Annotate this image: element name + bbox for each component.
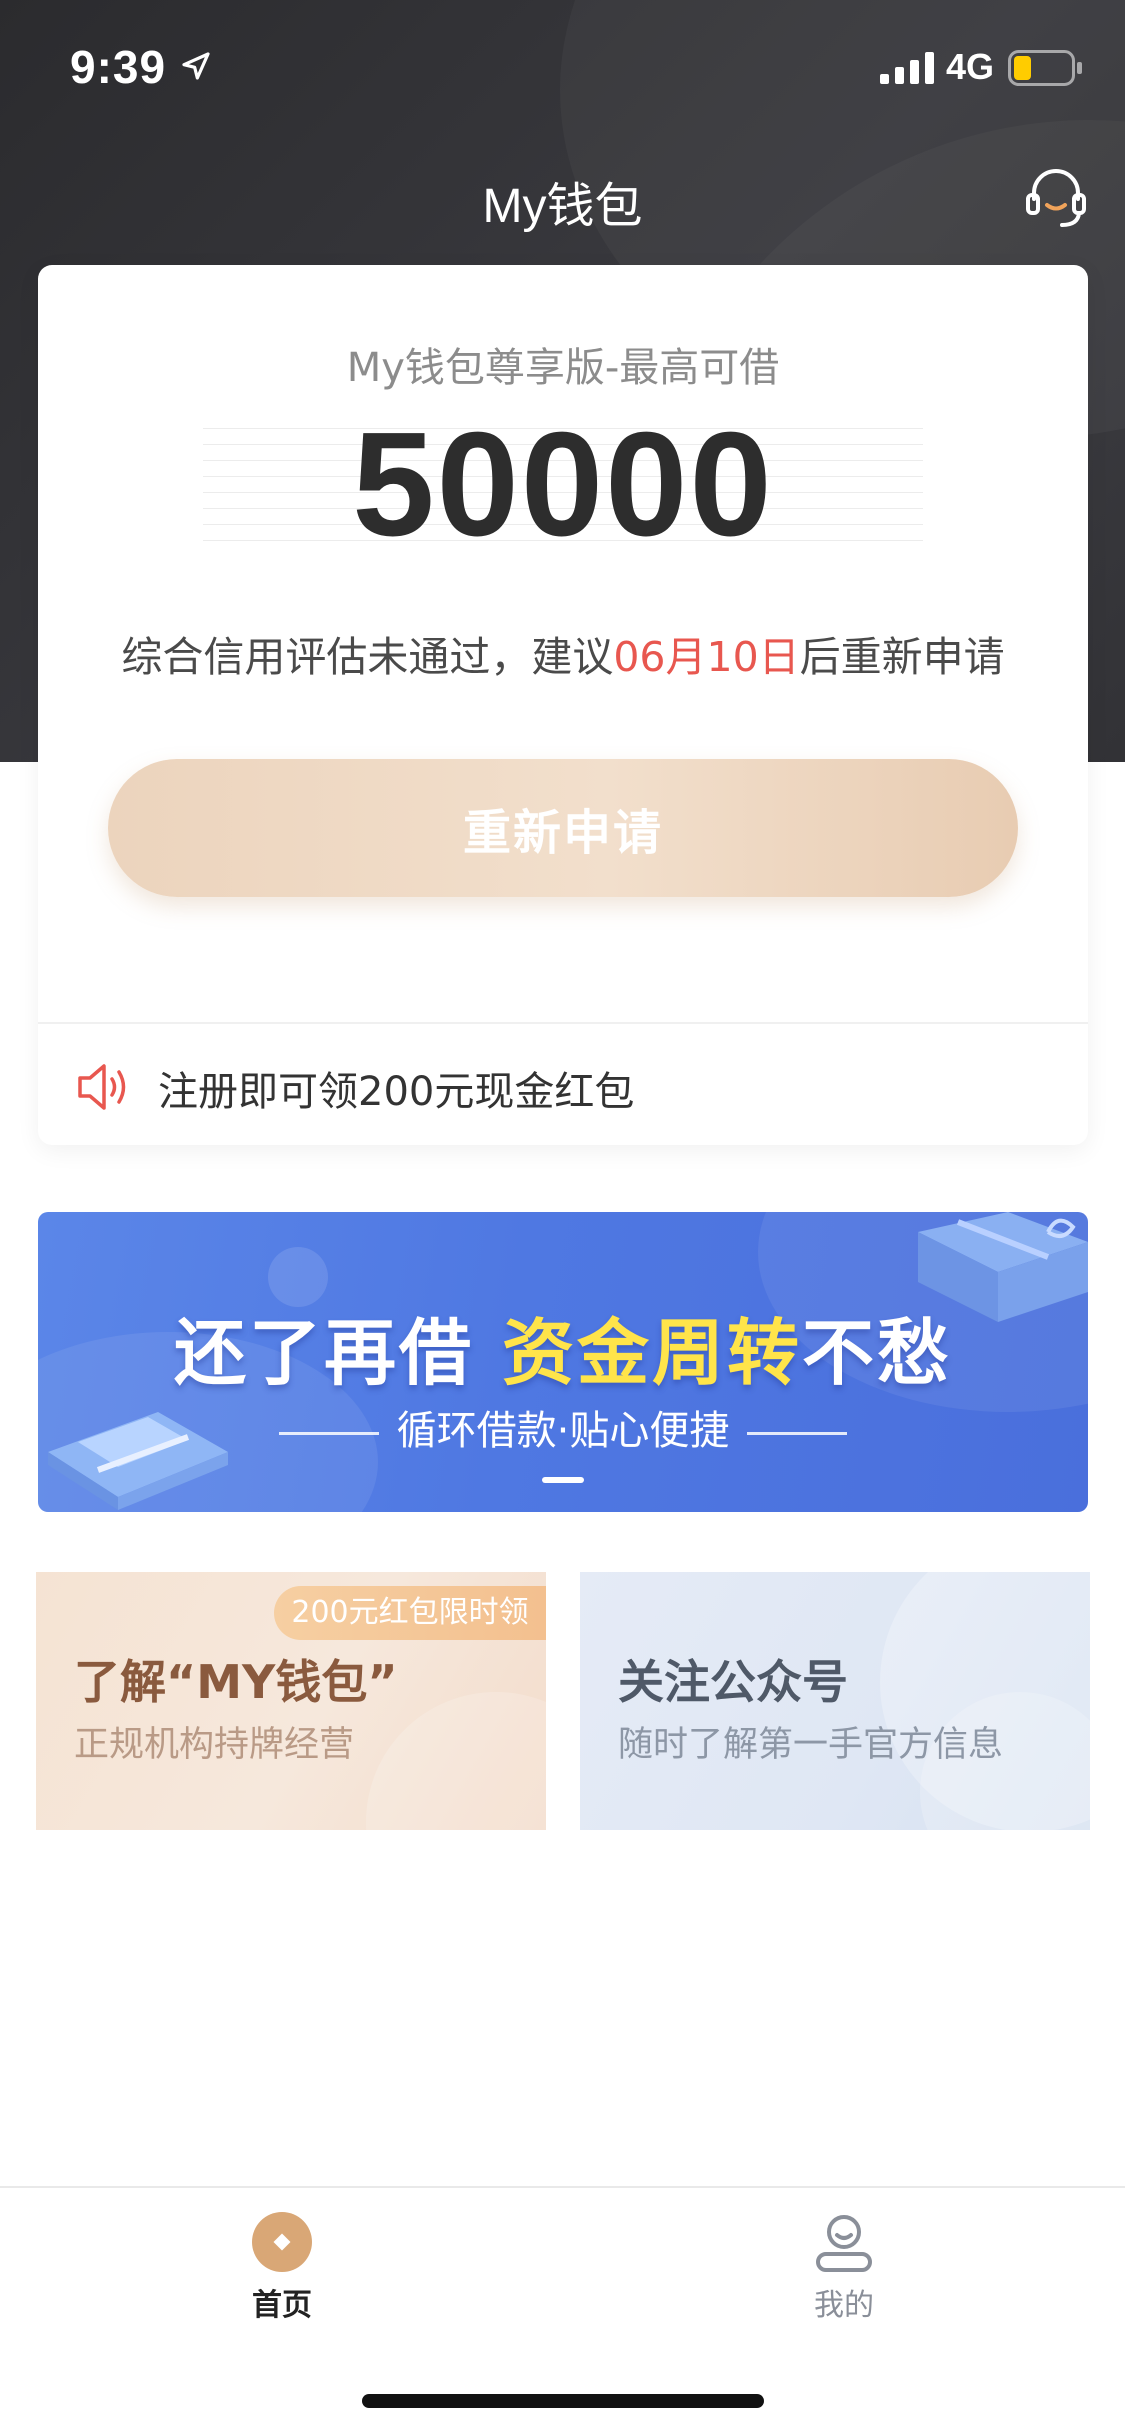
card-description: 随时了解第一手官方信息: [618, 1725, 1004, 1765]
tab-home-label: 首页: [252, 2288, 312, 2323]
card-title: 关注公众号: [618, 1655, 848, 1709]
home-coin-icon: [252, 2212, 312, 2272]
page-title: My钱包: [482, 180, 643, 233]
banner-rule: [278, 1431, 379, 1435]
card-decoration: [366, 1692, 546, 1830]
notice-suffix: 后重新申请: [799, 633, 1005, 681]
card-title: 了解“MY钱包”: [74, 1655, 398, 1709]
follow-official-account-card[interactable]: 关注公众号 随时了解第一手官方信息: [580, 1572, 1090, 1830]
promo-carousel[interactable]: 还了再借 资金周转不愁 循环借款·贴心便捷: [38, 1212, 1088, 1512]
credit-amount: 50000: [352, 402, 774, 567]
banner-rule: [747, 1431, 848, 1435]
promo-banner[interactable]: 注册即可领200元现金红包: [38, 1025, 1088, 1145]
battery-icon: [1008, 50, 1082, 86]
about-wallet-card[interactable]: 200元红包限时领 了解“MY钱包” 正规机构持牌经营: [36, 1572, 546, 1830]
status-bar: 9:39 4G: [0, 0, 1125, 135]
banner-headline-highlight: 资金周转: [502, 1311, 803, 1395]
home-indicator: [362, 2394, 764, 2408]
reapply-button[interactable]: 重新申请: [108, 759, 1018, 897]
promo-text: 注册即可领200元现金红包: [158, 1069, 635, 1115]
red-packet-tag: 200元红包限时领: [274, 1586, 546, 1640]
card-description: 正规机构持牌经营: [74, 1725, 355, 1765]
signal-icon: [880, 52, 934, 84]
banner-headline-part2: 不愁: [802, 1311, 953, 1395]
speaker-icon: [78, 1064, 126, 1110]
carousel-indicator: [542, 1477, 584, 1483]
banner-headline: 还了再借 资金周转不愁: [38, 1294, 1088, 1399]
banner-headline-part1: 还了再借: [173, 1311, 474, 1395]
banner-subtitle: 循环借款·贴心便捷: [38, 1398, 1088, 1456]
tab-mine-label: 我的: [814, 2288, 874, 2323]
evaluation-notice: 综合信用评估未通过，建议06月10日后重新申请: [38, 623, 1088, 683]
tab-home[interactable]: 首页: [132, 2210, 432, 2340]
notice-prefix: 综合信用评估未通过，建议: [121, 633, 614, 681]
notice-date: 06月10日: [613, 633, 800, 681]
network-type: 4G: [946, 46, 995, 87]
user-icon: [816, 2215, 872, 2272]
tab-mine[interactable]: 我的: [694, 2210, 994, 2340]
banner-subtitle-text: 循环借款·贴心便捷: [396, 1408, 730, 1454]
status-time: 9:39: [70, 41, 167, 93]
credit-subtitle: My钱包尊享版-最高可借: [346, 345, 780, 391]
location-arrow-icon: [182, 52, 210, 80]
credit-limit-card: My钱包尊享版-最高可借 50000 综合信用评估未通过，建议06月10日后重新…: [38, 265, 1088, 1145]
headset-icon[interactable]: [1026, 165, 1086, 229]
divider: [38, 1022, 1088, 1024]
